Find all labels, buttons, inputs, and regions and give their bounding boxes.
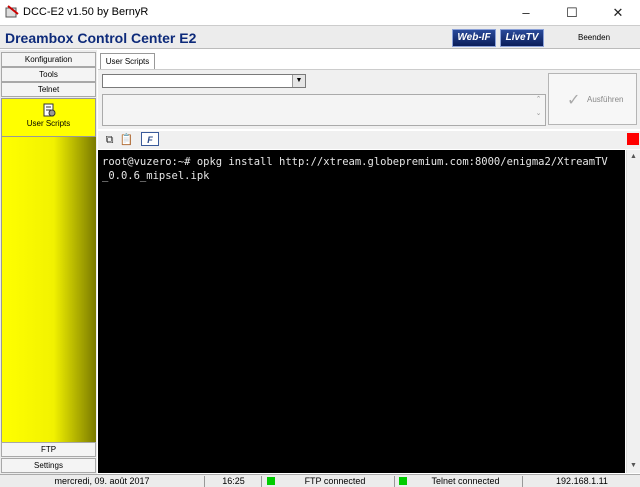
status-date: mercredi, 09. août 2017 — [0, 476, 205, 487]
paste-icon[interactable]: 📋 — [119, 133, 134, 147]
scroll-up-icon[interactable]: ⌃ — [532, 95, 545, 103]
close-button[interactable]: ✕ — [595, 0, 640, 25]
sidebar-item-telnet[interactable]: Telnet — [1, 82, 96, 97]
copy-icon[interactable]: ⧉ — [102, 133, 117, 147]
sidebar: Konfiguration Tools Telnet User Scripts … — [0, 50, 97, 474]
tab-user-scripts[interactable]: User Scripts — [100, 53, 155, 70]
font-icon[interactable]: F — [141, 132, 159, 146]
sidebar-item-settings[interactable]: Settings — [1, 458, 96, 473]
sidebar-item-ftp[interactable]: FTP — [1, 442, 96, 457]
exit-button[interactable]: Beenden — [552, 28, 636, 48]
minimize-button[interactable]: – — [503, 0, 549, 25]
status-telnet: Telnet connected — [395, 476, 523, 487]
chevron-down-icon[interactable]: ▼ — [292, 75, 305, 87]
terminal-scrollbar[interactable]: ▲ ▼ — [626, 150, 640, 473]
sidebar-item-konfiguration[interactable]: Konfiguration — [1, 52, 96, 67]
script-icon — [43, 103, 55, 117]
connection-indicator — [627, 133, 639, 145]
memo-scrollbar[interactable]: ⌃ ⌄ — [532, 95, 545, 125]
scroll-down-icon[interactable]: ▼ — [627, 459, 640, 473]
terminal-toolbar: ⧉ 📋 F — [98, 131, 640, 149]
sidebar-item-label: User Scripts — [26, 119, 71, 128]
app-title: Dreambox Control Center E2 — [5, 30, 197, 46]
status-bar: mercredi, 09. août 2017 16:25 FTP connec… — [0, 474, 640, 487]
maximize-button[interactable]: ☐ — [549, 0, 595, 25]
status-ftp: FTP connected — [262, 476, 395, 487]
execute-button[interactable]: ✓ Ausführen — [548, 73, 637, 125]
sidebar-item-user-scripts[interactable]: User Scripts — [1, 98, 96, 137]
script-select[interactable]: ▼ — [102, 74, 306, 88]
app-header: Dreambox Control Center E2 Web-IF LiveTV… — [0, 25, 640, 49]
scroll-up-icon[interactable]: ▲ — [627, 150, 640, 164]
scroll-down-icon[interactable]: ⌄ — [532, 109, 545, 117]
app-icon — [5, 5, 19, 18]
webif-logo-button[interactable]: Web-IF — [452, 29, 496, 47]
status-ip: 192.168.1.11 — [556, 476, 608, 486]
checkmark-icon: ✓ — [567, 92, 581, 109]
window-title: DCC-E2 v1.50 by BernyR — [23, 6, 149, 18]
execute-label: Ausführen — [587, 95, 624, 104]
sidebar-item-tools[interactable]: Tools — [1, 67, 96, 82]
window-titlebar: DCC-E2 v1.50 by BernyR – ☐ ✕ — [0, 0, 640, 25]
script-description-box[interactable]: ⌃ ⌄ — [102, 94, 546, 126]
terminal-output[interactable]: root@vuzero:~# opkg install http://xtrea… — [98, 150, 625, 473]
livetv-logo-button[interactable]: LiveTV — [500, 29, 544, 47]
sidebar-gradient-panel — [1, 137, 96, 442]
status-time: 16:25 — [206, 476, 262, 487]
